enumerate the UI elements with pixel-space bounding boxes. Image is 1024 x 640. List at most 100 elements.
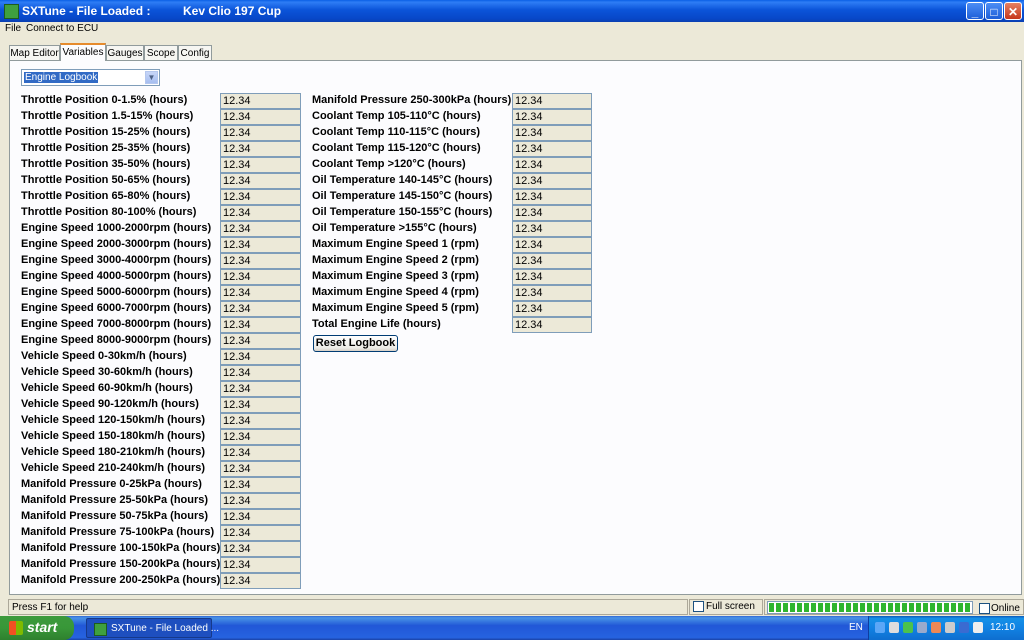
tab-config[interactable]: Config <box>178 45 212 60</box>
variable-label: Throttle Position 65-80% (hours) <box>21 190 191 202</box>
variable-label: Engine Speed 6000-7000rpm (hours) <box>21 302 212 314</box>
variable-value-field[interactable]: 12.34 <box>512 189 592 205</box>
tab-gauges[interactable]: Gauges <box>106 45 144 60</box>
variable-group-select[interactable]: Engine Logbook ▼ <box>21 69 160 86</box>
volume-icon[interactable] <box>973 622 983 633</box>
variable-value-field[interactable]: 12.34 <box>220 365 301 381</box>
variable-value-field[interactable]: 12.34 <box>512 317 592 333</box>
variable-label: Engine Speed 2000-3000rpm (hours) <box>21 238 212 250</box>
minimize-button[interactable]: _ <box>966 2 984 20</box>
variable-value-field[interactable]: 12.34 <box>220 205 301 221</box>
variable-label: Manifold Pressure 250-300kPa (hours) <box>312 94 512 106</box>
taskbar: start SXTune - File Loaded ... EN 12:10 <box>0 616 1024 640</box>
variable-value-field[interactable]: 12.34 <box>512 301 592 317</box>
variable-value-field[interactable]: 12.34 <box>220 157 301 173</box>
variable-value-field[interactable]: 12.34 <box>512 141 592 157</box>
variable-value-field[interactable]: 12.34 <box>512 237 592 253</box>
help-icon[interactable] <box>875 622 885 633</box>
variable-label: Coolant Temp 115-120°C (hours) <box>312 142 481 154</box>
variable-value-field[interactable]: 12.34 <box>512 109 592 125</box>
close-button[interactable]: ✕ <box>1004 2 1022 20</box>
taskbar-item-sxtune[interactable]: SXTune - File Loaded ... <box>86 618 219 638</box>
shield-icon[interactable] <box>889 622 899 633</box>
variable-value-field[interactable]: 12.34 <box>220 509 301 525</box>
taskbar-item-label: SXTune - File Loaded ... <box>111 623 220 634</box>
variable-value-field[interactable]: 12.34 <box>220 525 301 541</box>
variable-value-field[interactable]: 12.34 <box>512 269 592 285</box>
variable-value-field[interactable]: 12.34 <box>220 557 301 573</box>
variable-value-field[interactable]: 12.34 <box>220 301 301 317</box>
variable-label: Manifold Pressure 200-250kPa (hours) <box>21 574 221 586</box>
variable-value-field[interactable]: 12.34 <box>512 205 592 221</box>
variable-value-field[interactable]: 12.34 <box>512 173 592 189</box>
variable-value-field[interactable]: 12.34 <box>220 221 301 237</box>
clock[interactable]: 12:10 <box>990 622 1015 633</box>
variable-value-field[interactable]: 12.34 <box>512 157 592 173</box>
variable-value-field[interactable]: 12.34 <box>220 173 301 189</box>
variable-label: Oil Temperature 150-155°C (hours) <box>312 206 493 218</box>
status-help-text: Press F1 for help <box>12 602 89 613</box>
variable-value-field[interactable]: 12.34 <box>512 285 592 301</box>
variable-value-field[interactable]: 12.34 <box>220 237 301 253</box>
maximize-button[interactable]: □ <box>985 2 1003 20</box>
battery-icon[interactable] <box>959 622 969 633</box>
variable-label: Manifold Pressure 0-25kPa (hours) <box>21 478 202 490</box>
network-icon[interactable] <box>917 622 927 633</box>
menu-connect-to-ecu[interactable]: Connect to ECU <box>26 23 98 34</box>
title-bar[interactable]: SXTune - File Loaded : Kev Clio 197 Cup … <box>0 0 1024 22</box>
variable-value-field[interactable]: 12.34 <box>220 445 301 461</box>
security-icon[interactable] <box>931 622 941 633</box>
variable-value-field[interactable]: 12.34 <box>220 461 301 477</box>
variable-value-field[interactable]: 12.34 <box>512 93 592 109</box>
menu-file[interactable]: File <box>5 23 21 34</box>
variable-value-field[interactable]: 12.34 <box>220 381 301 397</box>
status-help-pane: Press F1 for help <box>8 599 688 615</box>
variable-value-field[interactable]: 12.34 <box>220 125 301 141</box>
variable-value-field[interactable]: 12.34 <box>220 93 301 109</box>
tab-map-editor[interactable]: Map Editor <box>9 45 60 60</box>
start-button[interactable]: start <box>0 616 74 640</box>
variable-label: Throttle Position 35-50% (hours) <box>21 158 191 170</box>
variable-label: Oil Temperature 140-145°C (hours) <box>312 174 493 186</box>
variable-label: Maximum Engine Speed 5 (rpm) <box>312 302 479 314</box>
variable-value-field[interactable]: 12.34 <box>220 349 301 365</box>
fullscreen-checkbox[interactable] <box>693 601 704 612</box>
variable-label: Throttle Position 25-35% (hours) <box>21 142 191 154</box>
variable-value-field[interactable]: 12.34 <box>220 477 301 493</box>
variable-value-field[interactable]: 12.34 <box>220 493 301 509</box>
variable-label: Vehicle Speed 30-60km/h (hours) <box>21 366 193 378</box>
chevron-down-icon[interactable]: ▼ <box>145 71 158 84</box>
variable-value-field[interactable]: 12.34 <box>220 285 301 301</box>
variable-value-field[interactable]: 12.34 <box>220 573 301 589</box>
variable-value-field[interactable]: 12.34 <box>220 269 301 285</box>
variable-value-field[interactable]: 12.34 <box>512 253 592 269</box>
tab-variables[interactable]: Variables <box>60 43 106 61</box>
app-icon <box>4 4 19 19</box>
variable-value-field[interactable]: 12.34 <box>220 141 301 157</box>
variable-value-field[interactable]: 12.34 <box>220 413 301 429</box>
variable-label: Engine Speed 7000-8000rpm (hours) <box>21 318 212 330</box>
variable-value-field[interactable]: 12.34 <box>220 333 301 349</box>
variable-label: Throttle Position 50-65% (hours) <box>21 174 191 186</box>
windows-logo-icon <box>9 621 23 635</box>
tab-scope[interactable]: Scope <box>144 45 178 60</box>
variable-value-field[interactable]: 12.34 <box>512 125 592 141</box>
variable-value-field[interactable]: 12.34 <box>220 109 301 125</box>
usb-icon[interactable] <box>945 622 955 633</box>
variable-value-field[interactable]: 12.34 <box>220 317 301 333</box>
variable-value-field[interactable]: 12.34 <box>220 397 301 413</box>
signal-icon[interactable] <box>903 622 913 633</box>
variable-value-field[interactable]: 12.34 <box>220 189 301 205</box>
variable-label: Total Engine Life (hours) <box>312 318 441 330</box>
variable-label: Maximum Engine Speed 4 (rpm) <box>312 286 479 298</box>
online-checkbox[interactable] <box>979 603 990 614</box>
variable-value-field[interactable]: 12.34 <box>512 221 592 237</box>
language-indicator[interactable]: EN <box>849 622 863 633</box>
variable-value-field[interactable]: 12.34 <box>220 541 301 557</box>
variable-value-field[interactable]: 12.34 <box>220 253 301 269</box>
variable-label: Engine Speed 5000-6000rpm (hours) <box>21 286 212 298</box>
variable-label: Vehicle Speed 180-210km/h (hours) <box>21 446 206 458</box>
progress-fill <box>769 603 971 612</box>
variable-value-field[interactable]: 12.34 <box>220 429 301 445</box>
reset-logbook-button[interactable]: Reset Logbook <box>313 335 398 352</box>
